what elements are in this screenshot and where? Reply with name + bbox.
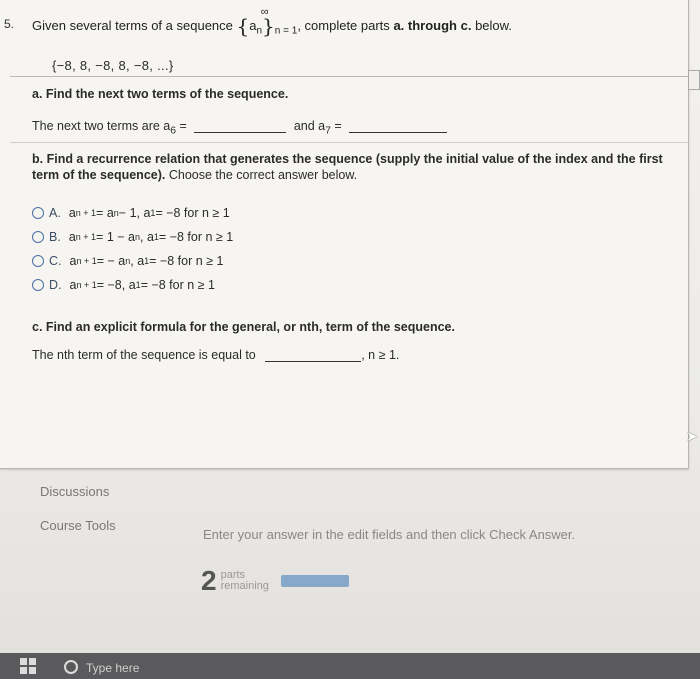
parts-remaining: 2 parts remaining [201,567,349,595]
screen: 5. Given several terms of a sequence {an… [0,0,700,679]
header-end-text: below. [475,18,512,33]
option-c[interactable]: C. an + 1 = − an, a1 = −8 for n ≥ 1 [32,249,233,273]
option-letter: D. [49,278,62,292]
part-c-title: c. Find an explicit formula for the gene… [32,320,455,334]
part-a-prompt-text: The next two terms are a [32,119,171,133]
part-b-title: b. Find a recurrence relation that gener… [32,151,680,183]
option-letter: A. [49,206,61,220]
nth-term-answer-field[interactable] [265,347,362,362]
option-letter: C. [49,254,62,268]
answer-options: A. an + 1 = an − 1, a1 = −8 for n ≥ 1 B.… [32,201,233,297]
course-tools-link[interactable]: Course Tools [40,518,116,533]
part-a-sub-6: 6 [170,125,177,137]
part-a-title: a. Find the next two terms of the sequen… [32,87,289,101]
part-a-eq2: = [334,119,342,133]
question-card: 5. Given several terms of a sequence {an… [0,0,689,469]
progress-bar [280,575,349,587]
part-a-sub-7: 7 [325,125,331,137]
part-a-eq: = [179,119,187,133]
a6-answer-field[interactable] [194,118,287,133]
sequence-range: n = 1 [274,25,298,37]
part-c-suffix: , n ≥ 1. [361,348,400,362]
windows-start-icon[interactable] [20,658,36,674]
option-d[interactable]: D. an + 1 = −8, a1 = −8 for n ≥ 1 [32,273,233,297]
side-tab[interactable] [688,70,700,90]
question-number: 5. [4,17,15,31]
given-sequence: {−8, 8, −8, 8, −8, ...} [52,58,174,73]
part-a-and-text: and a [293,119,326,133]
option-b[interactable]: B. an + 1 = 1 − an, a1 = −8 for n ≥ 1 [32,225,233,249]
option-a[interactable]: A. an + 1 = an − 1, a1 = −8 for n ≥ 1 [32,201,233,225]
option-letter: B. [49,230,61,244]
a7-answer-field[interactable] [349,118,448,133]
question-header: Given several terms of a sequence {an} ∞ n… [32,6,512,38]
answer-instruction: Enter your answer in the edit fields and… [203,527,576,542]
mouse-pointer-icon: ➤ [686,428,698,444]
part-c-prompt: The nth term of the sequence is equal to… [32,347,399,362]
discussions-link[interactable]: Discussions [40,484,109,499]
radio-a[interactable] [32,207,44,219]
sequence-infinity: ∞ [260,6,269,18]
header-bold-text: a. through c. [393,18,472,33]
radio-b[interactable] [32,231,44,243]
radio-d[interactable] [32,279,44,291]
radio-c[interactable] [32,255,44,267]
divider [10,76,688,77]
header-post-text: , complete parts [297,18,390,33]
taskbar-search-input[interactable]: Type here [86,661,139,675]
part-a-prompt: The next two terms are a6 = and a7 = [32,118,448,137]
parts-count: 2 [201,565,217,596]
divider-2 [10,142,688,143]
parts-label: parts remaining [220,569,269,592]
part-b-instruction: Choose the correct answer below. [168,168,358,182]
header-pre-text: Given several terms of a sequence [32,18,233,33]
sequence-brace-open: { [236,14,250,38]
search-icon[interactable] [64,660,78,674]
part-c-prompt-text: The nth term of the sequence is equal to [32,348,256,362]
